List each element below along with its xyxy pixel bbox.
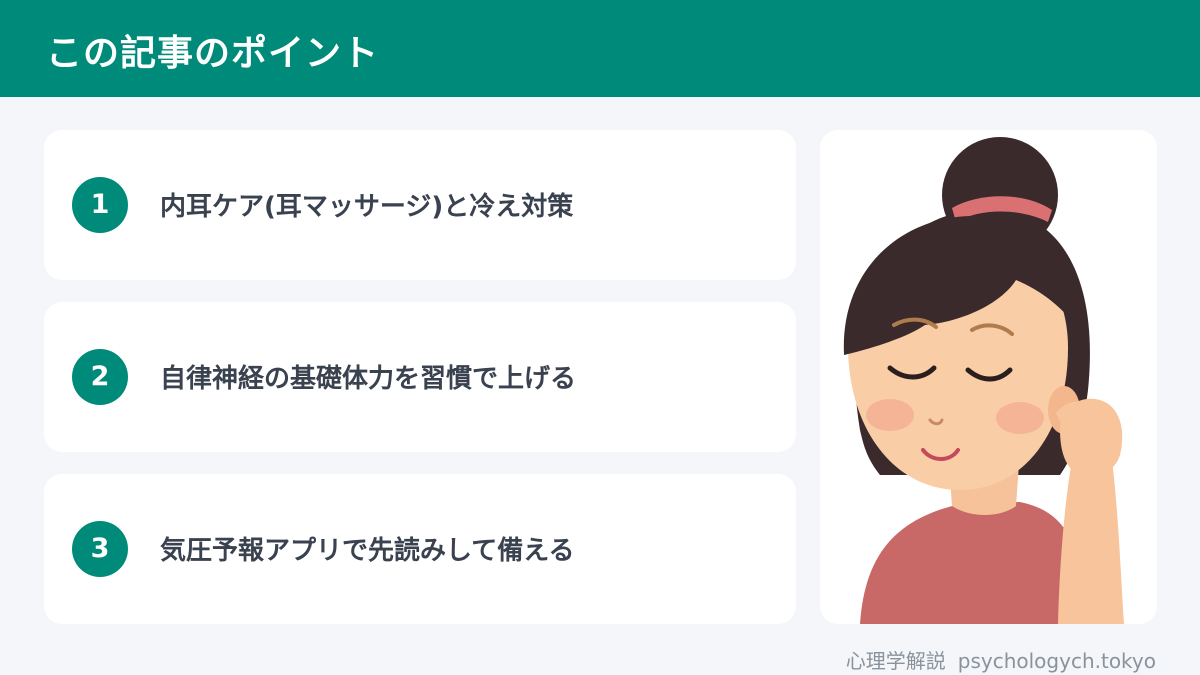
site-domain: psychologych.tokyo	[957, 649, 1156, 673]
point-number-badge: 1	[72, 177, 128, 233]
point-text: 気圧予報アプリで先読みして備える	[160, 536, 575, 566]
point-number-badge: 2	[72, 349, 128, 405]
illustration-card	[820, 130, 1157, 624]
footer-credit: 心理学解説 psychologych.tokyo	[846, 645, 1156, 674]
point-card-1: 1 内耳ケア(耳マッサージ)と冷え対策	[44, 130, 796, 280]
point-number-badge: 3	[72, 521, 128, 577]
shirt	[860, 502, 1090, 624]
point-text: 自律神経の基礎体力を習慣で上げる	[160, 364, 577, 394]
point-card-3: 3 気圧予報アプリで先読みして備える	[44, 474, 796, 624]
page-title: この記事のポイント	[46, 33, 380, 74]
header-bar: この記事のポイント	[0, 0, 1200, 97]
right-cheek	[996, 402, 1044, 434]
arm	[1058, 460, 1124, 624]
point-text: 内耳ケア(耳マッサージ)と冷え対策	[160, 192, 574, 222]
left-cheek	[866, 399, 914, 431]
point-card-2: 2 自律神経の基礎体力を習慣で上げる	[44, 302, 796, 452]
site-name: 心理学解説	[845, 649, 946, 673]
woman-ear-massage-illustration	[843, 137, 1124, 624]
